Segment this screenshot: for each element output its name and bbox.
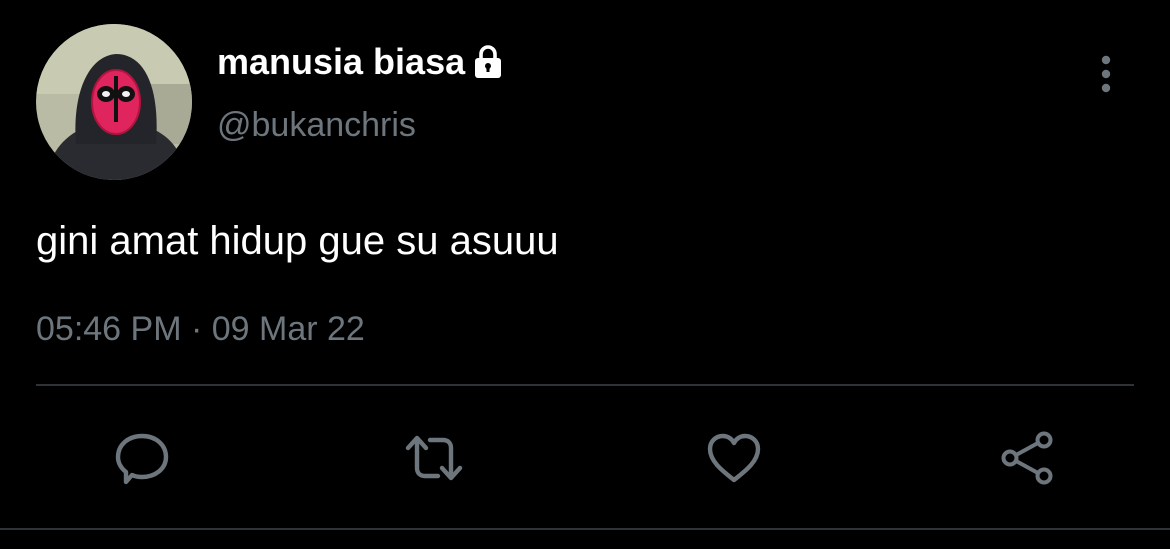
share-icon[interactable] — [998, 428, 1058, 488]
tweet-timestamp[interactable]: 05:46 PM · 09 Mar 22 — [36, 308, 365, 350]
divider — [36, 384, 1134, 386]
author-handle[interactable]: @bukanchris — [217, 104, 416, 146]
avatar[interactable] — [36, 24, 192, 180]
lock-icon — [471, 44, 505, 80]
divider-bottom — [0, 528, 1170, 530]
reply-icon[interactable] — [112, 428, 172, 488]
like-icon[interactable] — [704, 428, 764, 488]
retweet-icon[interactable] — [404, 428, 464, 488]
more-vertical-icon[interactable] — [1090, 54, 1122, 96]
display-name-text: manusia biasa — [217, 41, 466, 82]
tweet-text: gini amat hidup gue su asuuu — [36, 219, 559, 263]
display-name[interactable]: manusia biasa — [217, 40, 505, 84]
